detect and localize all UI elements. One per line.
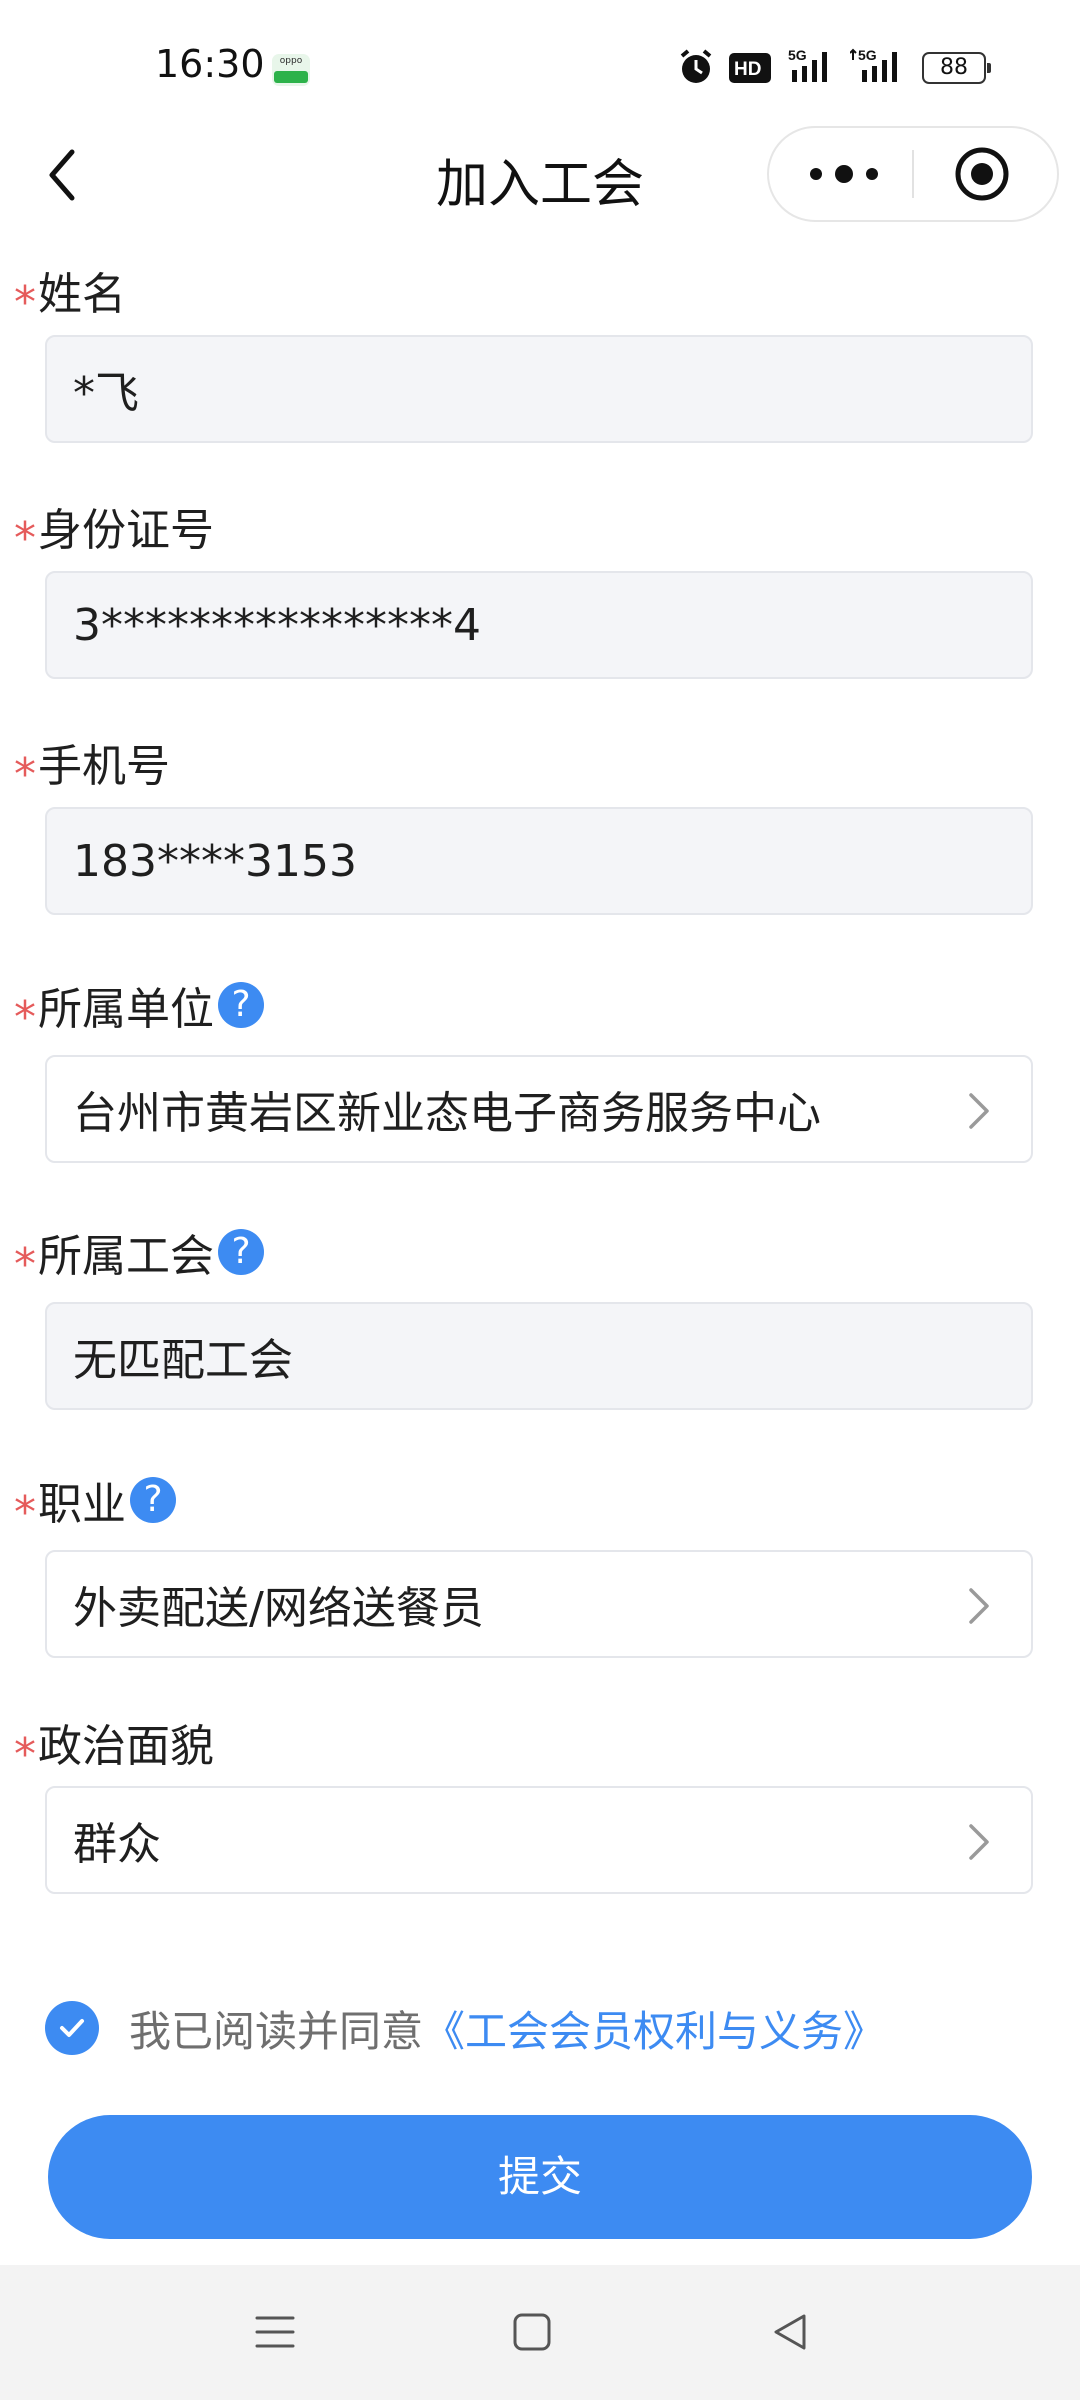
svg-text:5G: 5G — [788, 47, 807, 63]
political-status-select[interactable]: 群众 — [45, 1786, 1033, 1894]
field-label-text: 姓名 — [38, 269, 126, 320]
field-label-text: 所属单位 — [38, 984, 214, 1035]
field-label-text: 手机号 — [38, 741, 170, 792]
required-mark: * — [14, 1486, 36, 1538]
app-badge-text: oppo — [279, 56, 303, 66]
required-mark: * — [14, 276, 36, 328]
field-label-text: 职业 — [38, 1479, 126, 1530]
svg-text:5G: 5G — [858, 47, 877, 63]
field-label-union: * 所属工会 ? — [14, 1222, 264, 1290]
agreement-row: 我已阅读并同意 《工会会员权利与义务》 — [45, 1995, 885, 2061]
help-icon[interactable]: ? — [218, 1229, 264, 1275]
id-number-value: 3****************4 — [73, 599, 481, 651]
field-label-name: * 姓名 — [14, 260, 126, 328]
agreement-checkbox[interactable] — [45, 2001, 99, 2055]
field-label-id-number: * 身份证号 — [14, 496, 214, 564]
field-label-text: 所属工会 — [38, 1231, 214, 1282]
check-icon — [60, 2019, 84, 2037]
occupation-value: 外卖配送/网络送餐员 — [73, 1583, 484, 1634]
more-dots-icon[interactable] — [804, 148, 884, 200]
status-bar: 16:30 oppo HD 5G 5G 88 — [0, 0, 1080, 120]
battery-icon: 88 — [922, 52, 991, 84]
employer-value: 台州市黄岩区新业态电子商务服务中心 — [73, 1088, 821, 1139]
phone-field[interactable]: 183****3153 — [45, 807, 1033, 915]
name-value: *飞 — [73, 368, 139, 419]
help-icon[interactable]: ? — [130, 1477, 176, 1523]
battery-level: 88 — [940, 55, 968, 80]
page: 16:30 oppo HD 5G 5G 88 加入工会 * 姓名 *飞 * 身份… — [0, 0, 1080, 2400]
field-label-text: 身份证号 — [38, 505, 214, 556]
occupation-select[interactable]: 外卖配送/网络送餐员 — [45, 1550, 1033, 1658]
field-label-employer: * 所属单位 ? — [14, 975, 264, 1043]
field-label-text: 政治面貌 — [38, 1721, 214, 1772]
app-badge-icon: oppo — [272, 54, 310, 86]
required-mark: * — [14, 512, 36, 564]
mini-program-capsule — [767, 126, 1059, 222]
chevron-right-icon — [969, 1824, 989, 1860]
back-triangle-icon[interactable] — [768, 2310, 812, 2354]
name-field[interactable]: *飞 — [45, 335, 1033, 443]
id-number-field[interactable]: 3****************4 — [45, 571, 1033, 679]
signal-5g-icon: 5G — [788, 47, 827, 82]
home-icon[interactable] — [510, 2310, 554, 2354]
field-label-occupation: * 职业 ? — [14, 1470, 176, 1538]
help-icon[interactable]: ? — [218, 982, 264, 1028]
signal-5g-icon: 5G — [850, 47, 897, 82]
agreement-link[interactable]: 《工会会员权利与义务》 — [423, 1998, 885, 2059]
field-label-political-status: * 政治面貌 — [14, 1712, 214, 1780]
required-mark: * — [14, 1238, 36, 1290]
political-status-value: 群众 — [73, 1819, 161, 1870]
target-icon[interactable] — [954, 146, 1010, 202]
employer-select[interactable]: 台州市黄岩区新业态电子商务服务中心 — [45, 1055, 1033, 1163]
chevron-right-icon — [969, 1093, 989, 1129]
submit-button[interactable]: 提交 — [48, 2115, 1032, 2239]
required-mark: * — [14, 991, 36, 1043]
menu-icon[interactable] — [253, 2310, 297, 2354]
capsule-divider — [912, 150, 914, 198]
alarm-icon — [680, 49, 712, 83]
phone-value: 183****3153 — [73, 835, 357, 887]
field-label-phone: * 手机号 — [14, 732, 170, 800]
agreement-text: 我已阅读并同意 — [129, 2006, 424, 2056]
union-field[interactable]: 无匹配工会 — [45, 1302, 1033, 1410]
svg-text:HD: HD — [734, 59, 761, 80]
nav-bar: 加入工会 — [0, 120, 1080, 230]
chevron-right-icon — [969, 1588, 989, 1624]
system-nav-bar — [0, 2265, 1080, 2400]
required-mark: * — [14, 1728, 36, 1780]
status-time: 16:30 — [155, 42, 265, 86]
hd-icon: HD — [729, 53, 771, 83]
union-value: 无匹配工会 — [73, 1335, 293, 1386]
required-mark: * — [14, 748, 36, 800]
